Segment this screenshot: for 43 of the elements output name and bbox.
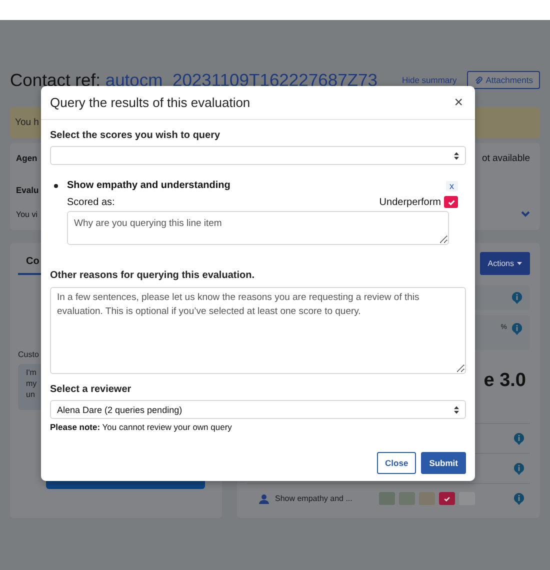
field-label: Select a reviewer xyxy=(50,384,132,395)
submit-button[interactable]: Submit xyxy=(421,452,466,474)
message-line: my xyxy=(26,379,37,388)
reason-textarea[interactable]: Why are you querying this line item xyxy=(67,211,449,245)
score-item-name: Show empathy and understanding xyxy=(67,180,232,191)
note-text: Please note: You cannot review your own query xyxy=(50,422,233,432)
info-icon[interactable] xyxy=(512,292,522,304)
chevron-down-icon[interactable] xyxy=(521,211,530,217)
score-value: Underperform xyxy=(379,196,441,208)
scored-label: Scored as: xyxy=(67,196,116,208)
bullet-icon xyxy=(54,184,58,188)
actions-button[interactable]: Actions xyxy=(480,252,530,275)
score-row-label: Show empathy and ... xyxy=(275,494,354,503)
page-heading: Contact ref: xyxy=(10,70,100,90)
close-dialog-button[interactable]: Close xyxy=(377,452,416,474)
info-icon[interactable] xyxy=(514,432,524,444)
customer-label: Custo xyxy=(18,350,39,359)
caret-icon xyxy=(517,262,522,265)
info-icon[interactable] xyxy=(512,323,522,335)
remove-button[interactable]: x xyxy=(446,180,458,190)
sort-arrows-icon xyxy=(454,152,459,160)
field-label: Select the scores you wish to query xyxy=(50,130,222,141)
status-text: ot available xyxy=(482,152,530,164)
scores-select[interactable] xyxy=(50,146,466,165)
info-icon[interactable] xyxy=(514,492,524,504)
check-icon xyxy=(443,494,451,502)
agent-label: Agen xyxy=(16,153,38,163)
sort-arrows-icon xyxy=(454,406,459,414)
reasons-textarea[interactable]: In a few sentences, please let us know the reasons you are requesting a review of this evaluation. This is optional if you’ve selected at least one score to query. xyxy=(50,287,466,374)
evaluation-label: Evalu xyxy=(16,185,39,195)
check-icon xyxy=(446,198,456,206)
message-line: I'm xyxy=(26,368,36,377)
score-chip[interactable] xyxy=(439,492,455,505)
info-icon[interactable] xyxy=(514,462,524,474)
paperclip-icon xyxy=(474,76,483,84)
field-label: Other reasons for querying this evaluation. xyxy=(50,270,256,281)
reviewer-select[interactable]: Alena Dare (2 queries pending) xyxy=(50,400,466,419)
user-icon xyxy=(259,494,269,504)
dialog-title: Query the results of this evaluation xyxy=(50,95,250,110)
close-button[interactable]: × xyxy=(454,95,463,110)
evaluation-text: You vi xyxy=(16,210,38,218)
message-line: un xyxy=(26,390,35,399)
score-title: e 3.0 xyxy=(484,370,526,392)
